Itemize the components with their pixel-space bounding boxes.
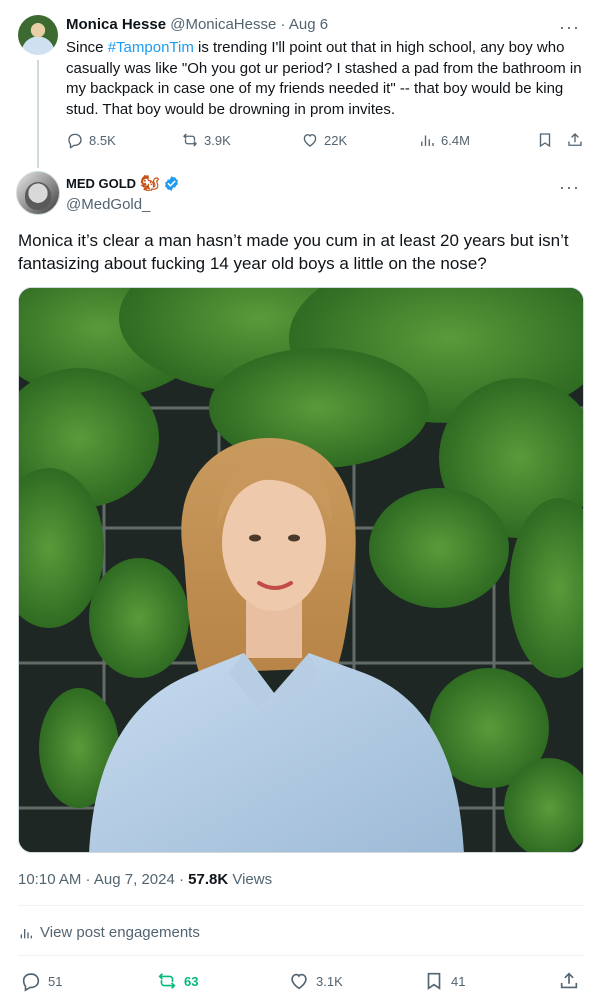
portrait-photo-image (19, 288, 583, 852)
divider (18, 905, 584, 906)
separator: · (280, 16, 286, 33)
divider (18, 955, 584, 956)
parent-tweet[interactable]: Monica Hesse @MonicaHesse · Aug 6 ··· Si… (0, 0, 602, 168)
parent-share-button[interactable] (566, 131, 584, 149)
post-date[interactable]: Aug 7, 2024 (94, 871, 175, 888)
like-count: 3.1K (316, 973, 343, 989)
post-time[interactable]: 10:10 AM (18, 871, 81, 888)
parent-text-start: Since (66, 39, 108, 56)
post-author-handle[interactable]: @MedGold_ (66, 196, 150, 213)
view-engagements-link[interactable]: View post engagements (18, 924, 200, 941)
reply-icon (68, 133, 82, 149)
heart-icon (303, 134, 317, 147)
thread-connector (37, 60, 39, 168)
parent-views-button[interactable]: 6.4M (418, 131, 470, 149)
share-button[interactable] (558, 970, 580, 992)
repost-count: 63 (184, 973, 199, 989)
post-photo[interactable] (18, 287, 584, 853)
post-action-bar: 51 63 3.1K 41 (18, 970, 584, 996)
bookmark-count: 41 (451, 973, 466, 989)
parent-reply-button[interactable]: 8.5K (66, 131, 116, 149)
parent-reply-count: 8.5K (89, 132, 116, 148)
share-icon (568, 133, 582, 146)
separator: · (174, 871, 189, 888)
parent-more-icon[interactable]: ··· (559, 18, 580, 36)
view-engagements-label: View post engagements (40, 924, 200, 941)
hashtag-link[interactable]: #TamponTim (108, 39, 194, 56)
parent-repost-button[interactable]: 3.9K (181, 131, 231, 149)
parent-author-handle[interactable]: @MonicaHesse (170, 16, 276, 33)
post-author-name[interactable]: MED GOLD (66, 176, 136, 191)
post-views-label: Views (228, 871, 273, 888)
analytics-icon (20, 928, 32, 938)
repost-icon (158, 973, 176, 989)
like-button[interactable]: 3.1K (288, 970, 343, 992)
verified-badge-icon[interactable] (163, 175, 180, 192)
analytics-icon (421, 135, 434, 146)
reply-count: 51 (48, 973, 63, 989)
post-more-icon[interactable]: ··· (559, 178, 580, 196)
share-icon (560, 972, 578, 989)
reply-icon (22, 973, 40, 992)
reply-button[interactable]: 51 (20, 970, 62, 992)
heart-icon (291, 973, 307, 990)
parent-views-count: 6.4M (441, 132, 470, 148)
parent-action-bar: 8.5K 3.9K 22K 6.4M (66, 131, 586, 151)
parent-like-button[interactable]: 22K (301, 131, 347, 149)
post-timestamp-row: 10:10 AM · Aug 7, 2024 · 57.8K Views (18, 871, 272, 888)
parent-repost-count: 3.9K (204, 132, 231, 148)
parent-date[interactable]: Aug 6 (289, 16, 328, 33)
parent-author-name[interactable]: Monica Hesse (66, 16, 166, 33)
repost-icon (183, 133, 197, 147)
bookmark-button[interactable]: 41 (423, 970, 465, 992)
parent-tweet-header: Monica Hesse @MonicaHesse · Aug 6 (66, 16, 328, 33)
repost-button[interactable]: 63 (156, 970, 198, 992)
medgold-avatar[interactable] (16, 171, 60, 215)
monica-avatar[interactable] (18, 15, 58, 55)
squirrel-emoji: 🐿 (140, 175, 160, 192)
parent-bookmark-button[interactable] (536, 131, 554, 149)
bookmark-icon (539, 133, 551, 148)
post-text: Monica it’s clear a man hasn’t made you … (18, 231, 569, 273)
parent-like-count: 22K (324, 132, 348, 148)
separator: · (81, 871, 94, 888)
bookmark-icon (427, 972, 441, 990)
post-author-row: MED GOLD 🐿 (66, 175, 180, 192)
parent-tweet-text: Since #TamponTim is trending I'll point … (66, 38, 586, 120)
post-views-count: 57.8K (188, 871, 229, 888)
